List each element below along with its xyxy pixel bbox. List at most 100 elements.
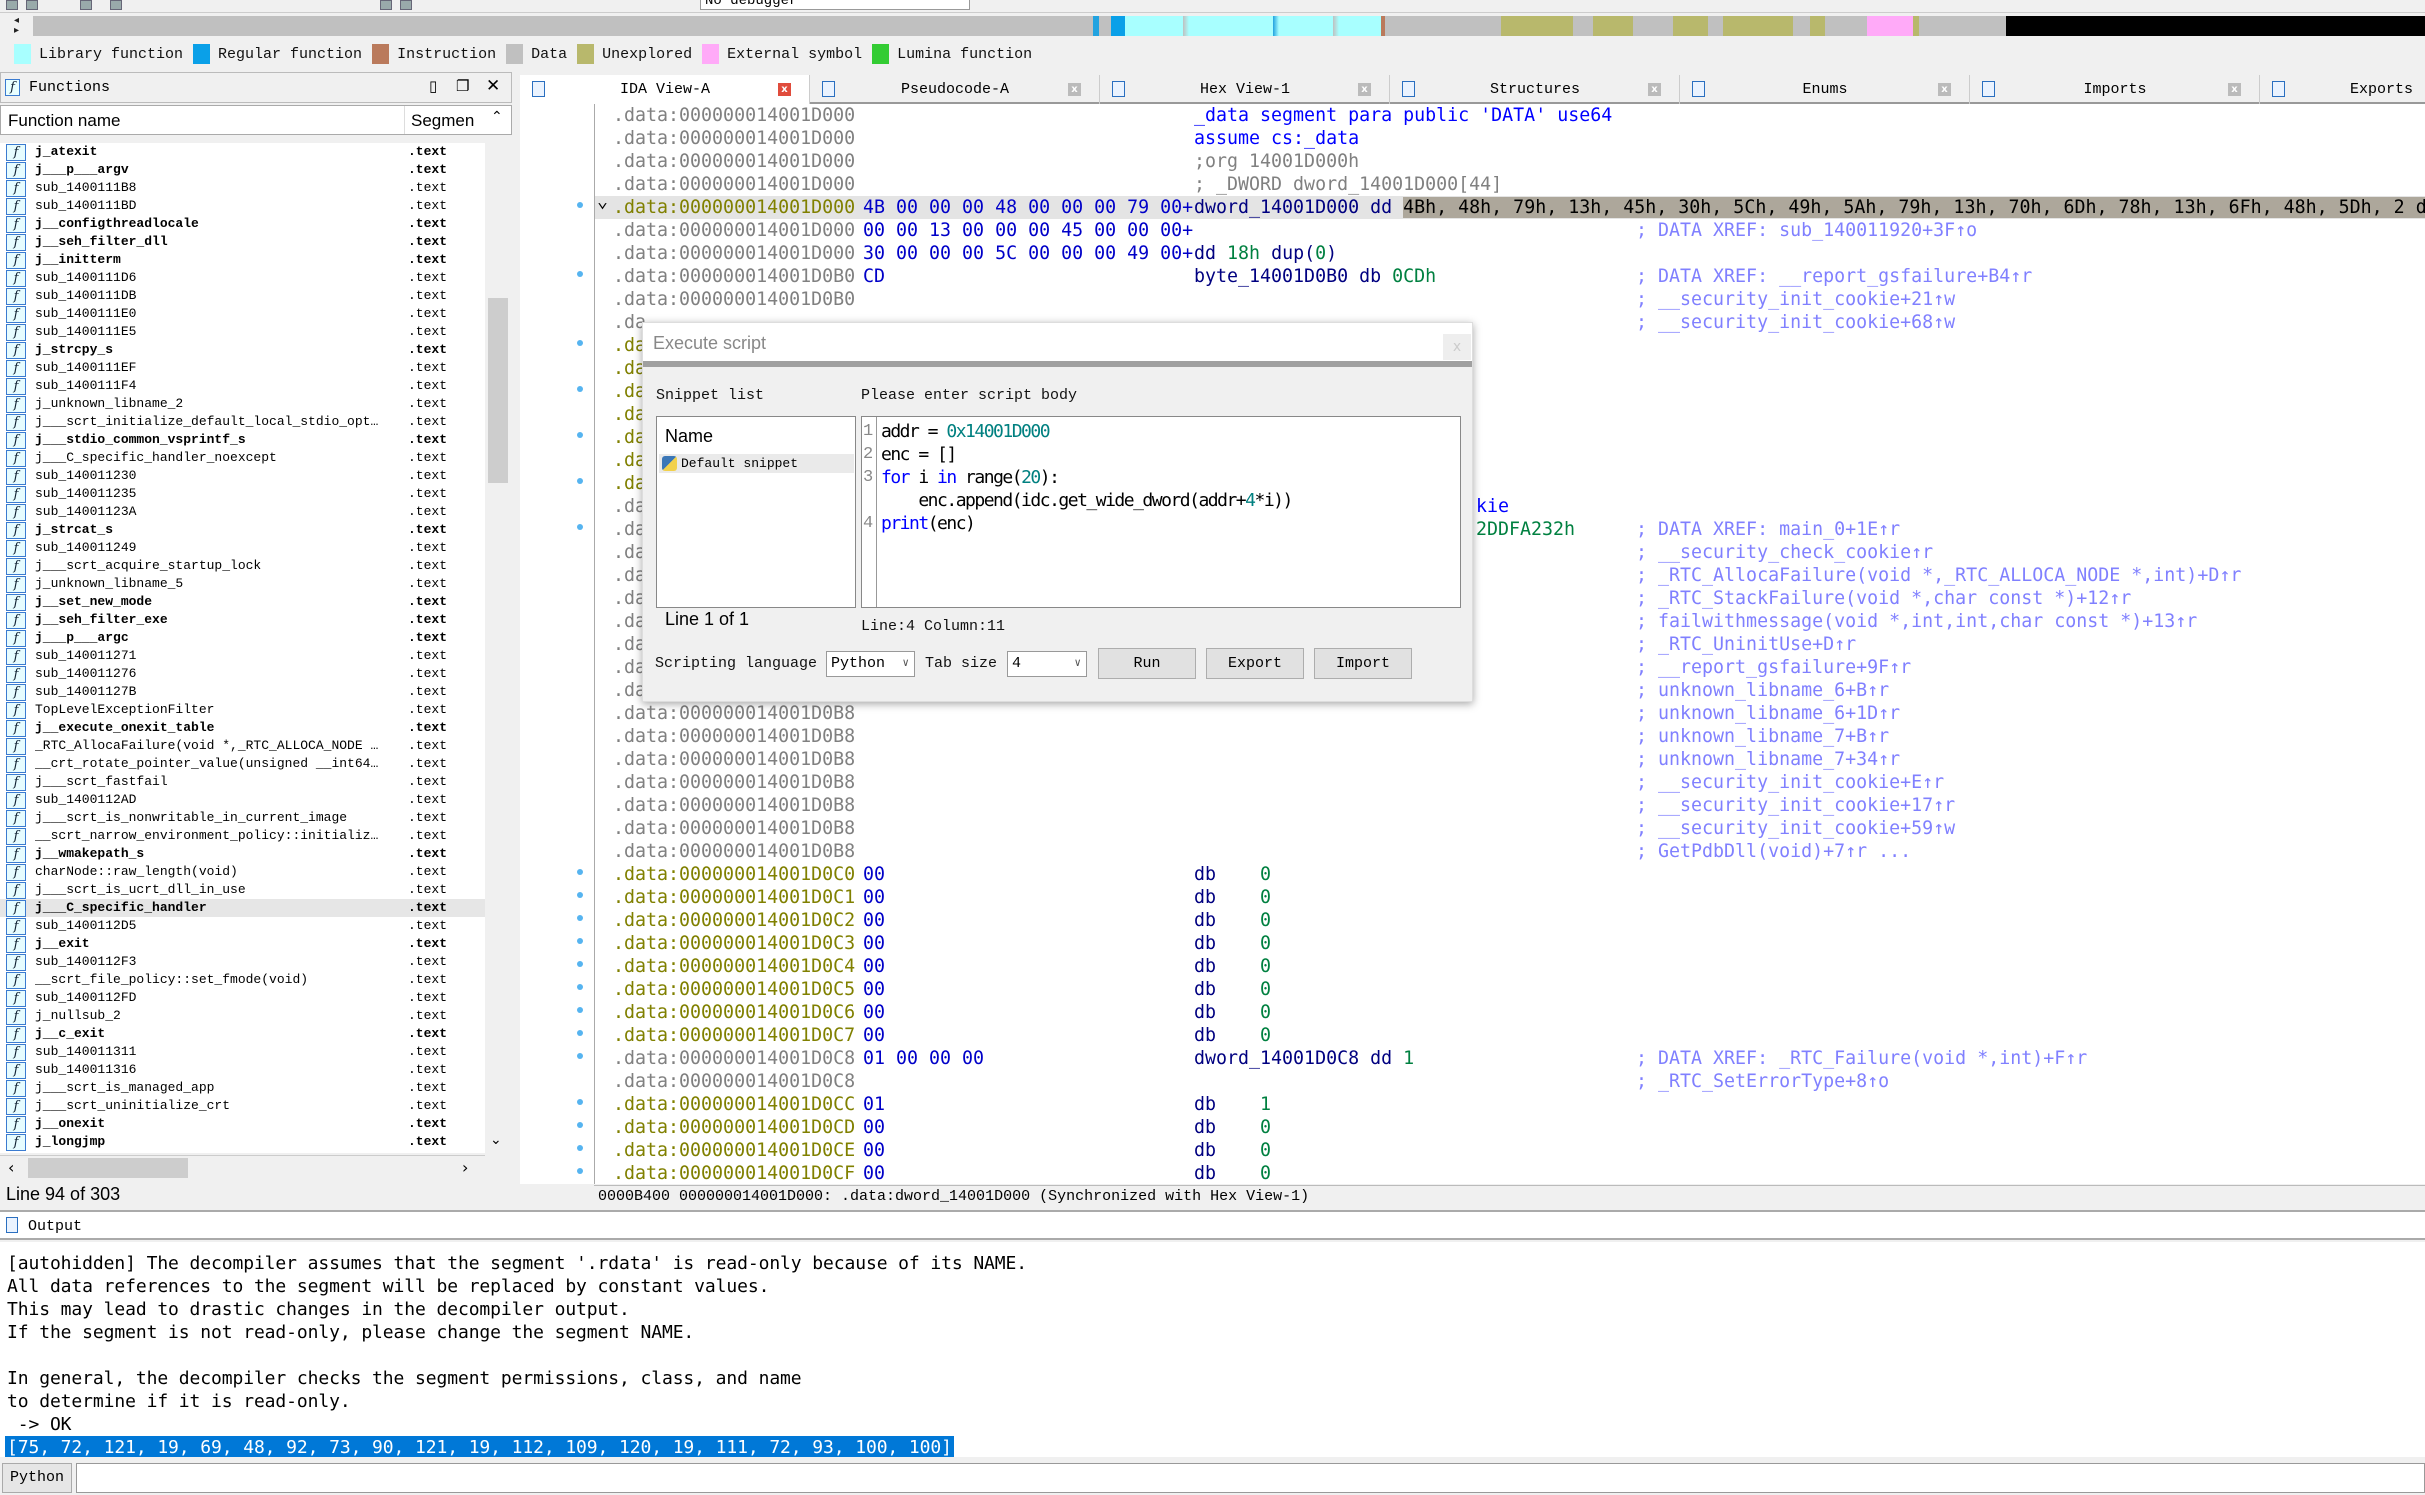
listing-line[interactable]: .data:000000014001D0B8 ; unknown_libname_… <box>595 725 2425 748</box>
function-row[interactable]: f j_longjmp .text <box>0 1133 485 1151</box>
dialog-close-button[interactable]: x <box>1443 334 1471 360</box>
function-row[interactable]: f j__wmakepath_s .text <box>0 845 485 863</box>
function-row[interactable]: f j__onexit .text <box>0 1115 485 1133</box>
listing-line[interactable]: .data:000000014001D0B0 ; __security_init_… <box>595 288 2425 311</box>
function-row[interactable]: f sub_1400111EF .text <box>0 359 485 377</box>
tab-close-icon[interactable]: x <box>1938 83 1951 96</box>
listing-line[interactable]: .data:000000014001D000 ;org 14001D000h <box>595 150 2425 173</box>
function-row[interactable]: f j_nullsub_2 .text <box>0 1007 485 1025</box>
function-row[interactable]: f sub_140011249 .text <box>0 539 485 557</box>
function-row[interactable]: f j__set_new_mode .text <box>0 593 485 611</box>
script-body-editor[interactable]: 1 addr = 0x14001D000 2 enc = [] 3 for i in ra… <box>861 416 1461 608</box>
function-row[interactable]: f j___stdio_common_vsprintf_s .text <box>0 431 485 449</box>
tab-close-icon[interactable]: x <box>1068 83 1081 96</box>
function-row[interactable]: f sub_1400111B8 .text <box>0 179 485 197</box>
navigation-band[interactable] <box>33 16 2425 36</box>
function-row[interactable]: f j___scrt_is_managed_app .text <box>0 1079 485 1097</box>
forward-icon[interactable] <box>110 0 122 10</box>
listing-line[interactable]: .data:000000014001D000 30 00 00 00 5C 00 … <box>595 242 2425 265</box>
tab-pseudocode-a[interactable]: Pseudocode-A x <box>810 75 1100 104</box>
column-segment[interactable]: Segmen <box>411 111 474 131</box>
tab-ida-view-a[interactable]: IDA View-A x <box>520 75 810 106</box>
debugger-select[interactable]: No debugger <box>700 0 970 10</box>
listing-line[interactable]: .data:000000014001D000 ; _DWORD dword_140… <box>595 173 2425 196</box>
function-row[interactable]: f sub_1400112D5 .text <box>0 917 485 935</box>
function-row[interactable]: f sub_1400112F3 .text <box>0 953 485 971</box>
tab-close-icon[interactable]: x <box>778 83 791 96</box>
function-row[interactable]: f __crt_rotate_pointer_value(unsigned __i… <box>0 755 485 773</box>
function-row[interactable]: f _RTC_AllocaFailure(void *,_RTC_ALLOCA_N… <box>0 737 485 755</box>
tab-hex-view-1[interactable]: Hex View-1 x <box>1100 75 1390 104</box>
listing-line[interactable]: .data:000000014001D0C8 01 00 00 00 dword_1… <box>595 1047 2425 1070</box>
listing-line[interactable]: .data:000000014001D0C1 00 db 0 <box>595 886 2425 909</box>
function-row[interactable]: f j__exit .text <box>0 935 485 953</box>
output-window[interactable]: [autohidden] The decompiler assumes that… <box>0 1242 2425 1457</box>
function-row[interactable]: f j___scrt_is_nonwritable_in_current_imag… <box>0 809 485 827</box>
listing-line[interactable]: .data:000000014001D0C7 00 db 0 <box>595 1024 2425 1047</box>
listing-line[interactable]: .data:000000014001D0C2 00 db 0 <box>595 909 2425 932</box>
function-row[interactable]: f j___scrt_acquire_startup_lock .text <box>0 557 485 575</box>
function-row[interactable]: f sub_140011271 .text <box>0 647 485 665</box>
function-row[interactable]: f charNode::raw_length(void) .text <box>0 863 485 881</box>
function-row[interactable]: f j_unknown_libname_2 .text <box>0 395 485 413</box>
listing-line[interactable]: .data:000000014001D0C8 ; _RTC_SetErrorTyp… <box>595 1070 2425 1093</box>
function-row[interactable]: f j__execute_onexit_table .text <box>0 719 485 737</box>
tab-structures[interactable]: Structures x <box>1390 75 1680 104</box>
function-row[interactable]: f j_atexit .text <box>0 143 485 161</box>
function-row[interactable]: f j__seh_filter_dll .text <box>0 233 485 251</box>
function-row[interactable]: f sub_14001127B .text <box>0 683 485 701</box>
function-row[interactable]: f sub_1400111E0 .text <box>0 305 485 323</box>
listing-line[interactable]: .data:000000014001D000 assume cs:_data <box>595 127 2425 150</box>
listing-line[interactable]: .data:000000014001D0CD 00 db 0 <box>595 1116 2425 1139</box>
cli-input[interactable] <box>76 1463 2425 1493</box>
tab-close-icon[interactable]: x <box>1358 83 1371 96</box>
scroll-down-icon[interactable]: ⌄ <box>490 1132 502 1148</box>
listing-line[interactable]: .data:000000014001D0C6 00 db 0 <box>595 1001 2425 1024</box>
function-row[interactable]: f sub_140011316 .text <box>0 1061 485 1079</box>
function-row[interactable]: f sub_140011235 .text <box>0 485 485 503</box>
function-row[interactable]: f j_strcat_s .text <box>0 521 485 539</box>
function-row[interactable]: f sub_14001123A .text <box>0 503 485 521</box>
function-row[interactable]: f j___scrt_fastfail .text <box>0 773 485 791</box>
function-row[interactable]: f sub_1400112AD .text <box>0 791 485 809</box>
back-icon[interactable] <box>80 0 92 10</box>
listing-line[interactable]: .data:000000014001D0B8 ; GetPdbDll(void)+… <box>595 840 2425 863</box>
function-row[interactable]: f TopLevelExceptionFilter .text <box>0 701 485 719</box>
tab-close-icon[interactable]: x <box>2228 83 2241 96</box>
open-icon[interactable] <box>6 0 18 10</box>
function-row[interactable]: f sub_1400111F4 .text <box>0 377 485 395</box>
listing-line[interactable]: .data:000000014001D0B8 ; __security_init_… <box>595 794 2425 817</box>
function-row[interactable]: f __scrt_narrow_environment_policy::initi… <box>0 827 485 845</box>
listing-line[interactable]: .data:000000014001D0CC 01 db 1 <box>595 1093 2425 1116</box>
run-button[interactable]: Run <box>1098 648 1196 679</box>
listing-line[interactable]: .data:000000014001D0B8 ; __security_init_… <box>595 817 2425 840</box>
float-icon[interactable]: ❐ <box>456 77 469 95</box>
dialog-titlebar[interactable]: Execute script x <box>643 323 1472 367</box>
function-row[interactable]: f j___p___argv .text <box>0 161 485 179</box>
function-row[interactable]: f __scrt_file_policy::set_fmode(void) .tex… <box>0 971 485 989</box>
cli-language-button[interactable]: Python <box>2 1463 72 1493</box>
function-row[interactable]: f j__c_exit .text <box>0 1025 485 1043</box>
function-row[interactable]: f sub_1400111D6 .text <box>0 269 485 287</box>
save-icon[interactable] <box>26 0 38 10</box>
snippet-name-column[interactable]: Name <box>665 426 713 447</box>
function-row[interactable]: f sub_1400111E5 .text <box>0 323 485 341</box>
function-row[interactable]: f j___C_specific_handler_noexcept .text <box>0 449 485 467</box>
function-row[interactable]: f sub_140011230 .text <box>0 467 485 485</box>
function-row[interactable]: f sub_140011276 .text <box>0 665 485 683</box>
nav-band-arrows-icon[interactable]: ◂ ▸ <box>14 16 26 36</box>
scroll-right-icon[interactable]: › <box>462 1158 468 1177</box>
export-button[interactable]: Export <box>1206 648 1304 679</box>
listing-line[interactable]: .data:000000014001D0C4 00 db 0 <box>595 955 2425 978</box>
output-result-line[interactable]: [75, 72, 121, 19, 69, 48, 92, 73, 90, 12… <box>5 1436 954 1457</box>
tab-exports[interactable]: Exports <box>2260 75 2425 104</box>
listing-line[interactable]: .data:000000014001D0C3 00 db 0 <box>595 932 2425 955</box>
vertical-scrollbar[interactable] <box>485 135 512 1155</box>
function-row[interactable]: f j___scrt_is_ucrt_dll_in_use .text <box>0 881 485 899</box>
function-row[interactable]: f sub_1400111DB .text <box>0 287 485 305</box>
scripting-language-select[interactable]: Python ∨ <box>826 651 915 677</box>
listing-line[interactable]: .data:000000014001D000 4B 00 00 00 48 00 … <box>595 191 2425 219</box>
function-row[interactable]: f j_strcpy_s .text <box>0 341 485 359</box>
function-row[interactable]: f j_unknown_libname_5 .text <box>0 575 485 593</box>
snippet-item[interactable]: Default snippet <box>659 454 854 473</box>
